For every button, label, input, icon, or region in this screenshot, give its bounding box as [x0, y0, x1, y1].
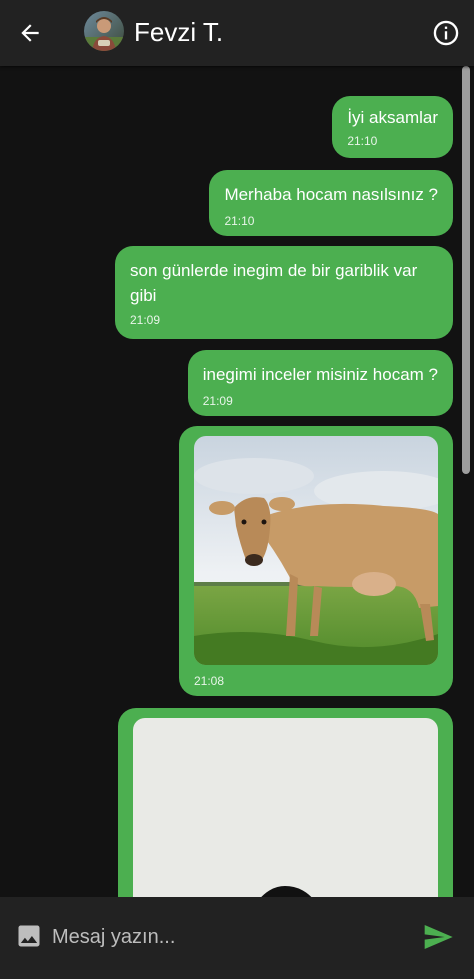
- app-bar: Fevzi T.: [0, 0, 474, 66]
- image-message-bubble[interactable]: [118, 708, 453, 897]
- message-bubble[interactable]: inegimi inceler misiniz hocam ? 21:09: [187, 350, 453, 416]
- send-button[interactable]: [420, 919, 456, 955]
- message-list[interactable]: İyi aksamlar 21:10 Merhaba hocam nasılsı…: [0, 66, 474, 897]
- message-time: 21:10: [347, 134, 378, 148]
- message-time: 21:10: [224, 214, 255, 228]
- cow-photo[interactable]: [194, 436, 438, 665]
- message-composer: [0, 897, 474, 979]
- message-text: inegimi inceler misiniz hocam ?: [202, 365, 438, 384]
- info-button[interactable]: [426, 13, 466, 53]
- message-time: 21:09: [130, 313, 161, 327]
- image-icon: [18, 925, 40, 947]
- back-button[interactable]: [10, 13, 50, 53]
- message-time: 21:08: [194, 674, 225, 688]
- message-text: son günlerde inegim de bir gariblik var …: [130, 261, 418, 305]
- avatar[interactable]: [84, 11, 124, 51]
- message-input[interactable]: [52, 921, 402, 953]
- message-bubble[interactable]: İyi aksamlar 21:10: [332, 96, 453, 158]
- message-text: Merhaba hocam nasılsınız ?: [224, 185, 438, 204]
- message-bubble[interactable]: son günlerde inegim de bir gariblik var …: [115, 246, 453, 339]
- gallery-button[interactable]: [14, 921, 44, 951]
- message-time: 21:09: [202, 394, 233, 408]
- send-icon: [424, 925, 453, 949]
- person-photo[interactable]: [133, 718, 438, 897]
- info-icon: [433, 20, 459, 46]
- message-text: İyi aksamlar: [347, 108, 438, 127]
- contact-name: Fevzi T.: [134, 17, 224, 47]
- scrollbar-thumb[interactable]: [462, 66, 470, 474]
- arrow-left-icon: [21, 24, 39, 42]
- image-message-bubble[interactable]: 21:08: [179, 426, 453, 696]
- message-bubble[interactable]: Merhaba hocam nasılsınız ? 21:10: [209, 170, 453, 236]
